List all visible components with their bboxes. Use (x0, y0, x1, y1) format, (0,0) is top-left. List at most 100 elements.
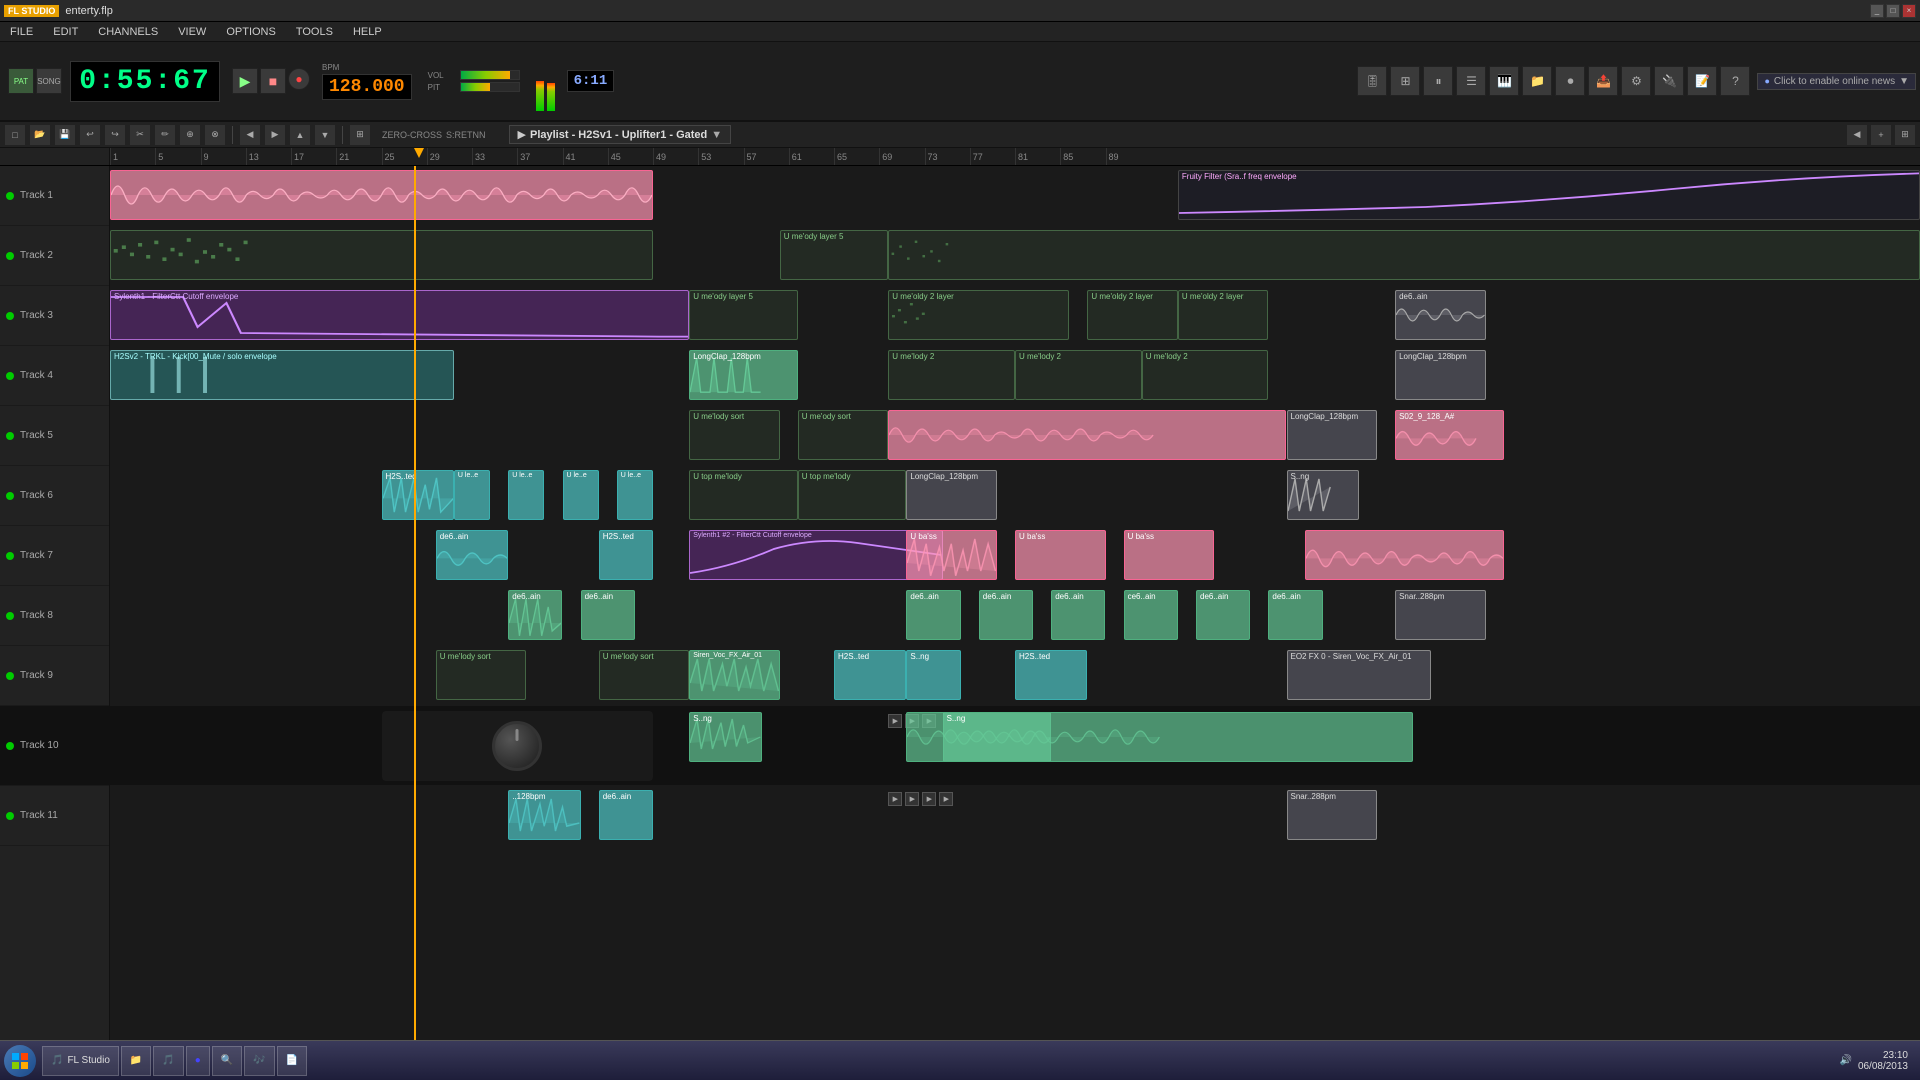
clip-t2-melody[interactable]: U me'ody layer 5 (780, 230, 889, 280)
clip-t4-melody2[interactable]: U me'lody 2 (888, 350, 1015, 400)
playlist-play-btn[interactable]: ▶ (518, 128, 526, 141)
clip-t9-h2s2[interactable]: H2S..ted (1015, 650, 1087, 700)
redo-btn[interactable]: ↪ (104, 124, 126, 146)
playlist-expand-btn[interactable]: ⊞ (1894, 124, 1916, 146)
clip-t1-1[interactable] (110, 170, 653, 220)
clip-t6-topmelody[interactable]: U top me'lody (689, 470, 798, 520)
grid-btn[interactable]: ⊞ (349, 124, 371, 146)
minimize-button[interactable]: _ (1870, 4, 1884, 18)
clip-t11-snar[interactable]: Snar..288pm (1287, 790, 1378, 840)
new-btn[interactable]: □ (4, 124, 26, 146)
track-content-area[interactable]: Fruity Filter (Sra..f freq envelope (110, 166, 1920, 1040)
song-button[interactable]: SONG (36, 68, 62, 94)
track-led-7[interactable] (6, 552, 14, 560)
clip-t6-le4[interactable]: U le..e (617, 470, 653, 520)
clip-t8-ce6[interactable]: ce6..ain (1124, 590, 1178, 640)
help-icon[interactable]: ? (1720, 66, 1750, 96)
taskbar-search[interactable]: 🔍 (212, 1046, 242, 1076)
clip-t3-melody5[interactable]: U me'ody layer 5 (689, 290, 798, 340)
draw-btn[interactable]: ✏ (154, 124, 176, 146)
zoom-btn[interactable]: ⊗ (204, 124, 226, 146)
start-button[interactable] (4, 1045, 36, 1077)
clip-t5-s02[interactable]: S02_9_128_A# (1395, 410, 1504, 460)
taskbar-chrome[interactable]: ● (186, 1046, 210, 1076)
back-btn[interactable]: ◀ (239, 124, 261, 146)
record2-icon[interactable]: ⏺ (1555, 66, 1585, 96)
track-led-2[interactable] (6, 252, 14, 260)
close-button[interactable]: × (1902, 4, 1916, 18)
clip-t8-de6-5[interactable]: de6..ain (1051, 590, 1105, 640)
taskbar-fl-studio[interactable]: 🎵 FL Studio (42, 1046, 119, 1076)
clip-t7-bass3[interactable]: U ba'ss (1124, 530, 1215, 580)
select-btn[interactable]: ⊕ (179, 124, 201, 146)
clip-t9-h2s[interactable]: H2S..ted (834, 650, 906, 700)
zoom-in-btn[interactable]: + (1870, 124, 1892, 146)
t11-mini-play-3[interactable]: ▶ (922, 792, 936, 806)
clip-t7-de6[interactable]: de6..ain (436, 530, 508, 580)
plugin-icon[interactable]: 🔌 (1654, 66, 1684, 96)
clip-t4-longclap-r[interactable]: LongClap_128bpm (1395, 350, 1486, 400)
mixer-icon[interactable]: 🎚 (1357, 66, 1387, 96)
t11-mini-play-1[interactable]: ▶ (888, 792, 902, 806)
clip-t9-ms1[interactable]: U me'lody sort (436, 650, 527, 700)
taskbar-winamp[interactable]: 🎶 (244, 1046, 274, 1076)
script-icon[interactable]: 📝 (1687, 66, 1717, 96)
clip-t8-de6-3[interactable]: de6..ain (906, 590, 960, 640)
browser-icon[interactable]: 📁 (1522, 66, 1552, 96)
track-led-8[interactable] (6, 612, 14, 620)
news-bar[interactable]: ● Click to enable online news ▼ (1757, 73, 1916, 90)
pause-icon[interactable]: ⏸ (1423, 66, 1453, 96)
track-led-10[interactable] (6, 742, 14, 750)
playlist-icon[interactable]: ☰ (1456, 66, 1486, 96)
stop-button[interactable]: ■ (260, 68, 286, 94)
taskbar-app[interactable]: 📄 (277, 1046, 307, 1076)
clip-t10-sng[interactable]: S..ng (689, 712, 761, 762)
clip-t6-lc[interactable]: LongClap_128bpm (906, 470, 997, 520)
clip-t2-1[interactable] (110, 230, 653, 280)
play-button[interactable]: ▶ (232, 68, 258, 94)
clip-t3-m2layer2[interactable]: U me'oldy 2 layer (1087, 290, 1178, 340)
clip-t7-bass-long[interactable] (1305, 530, 1504, 580)
clip-t7-h2s[interactable]: H2S..ted (599, 530, 653, 580)
menu-help[interactable]: HELP (349, 26, 386, 38)
clip-t7-sylenth2[interactable]: Sylenth1 #2 - FilterCtt Cutoff envelope (689, 530, 942, 580)
playlist-dropdown[interactable]: ▼ (711, 129, 722, 141)
clip-t11-128[interactable]: ..128bpm (508, 790, 580, 840)
track-led-1[interactable] (6, 192, 14, 200)
clip-t3-m2layer3[interactable]: U me'oldy 2 layer (1178, 290, 1269, 340)
menu-channels[interactable]: CHANNELS (94, 26, 162, 38)
news-dropdown[interactable]: ▼ (1899, 76, 1909, 87)
taskbar-file-manager[interactable]: 📁 (121, 1046, 151, 1076)
menu-tools[interactable]: TOOLS (292, 26, 337, 38)
clip-t3-de6[interactable]: de6..ain (1395, 290, 1486, 340)
menu-options[interactable]: OPTIONS (222, 26, 280, 38)
cut-btn[interactable]: ✂ (129, 124, 151, 146)
clip-t5-pink[interactable] (888, 410, 1286, 460)
pat-button[interactable]: PAT (8, 68, 34, 94)
clip-t9-ms2[interactable]: U me'lody sort (599, 650, 690, 700)
piano-roll-icon[interactable]: 🎹 (1489, 66, 1519, 96)
track-led-4[interactable] (6, 372, 14, 380)
clip-t8-de6-6[interactable]: de6..ain (1196, 590, 1250, 640)
clip-t6-le3[interactable]: U le..e (563, 470, 599, 520)
clip-t5-ms2[interactable]: U me'ody sort (798, 410, 889, 460)
up-btn[interactable]: ▲ (289, 124, 311, 146)
menu-file[interactable]: FILE (6, 26, 37, 38)
settings-icon[interactable]: ⚙ (1621, 66, 1651, 96)
clip-t6-le1[interactable]: U le..e (454, 470, 490, 520)
track-led-3[interactable] (6, 312, 14, 320)
track-led-9[interactable] (6, 672, 14, 680)
clip-t8-de6-1[interactable]: de6..ain (508, 590, 562, 640)
clip-t3-auto[interactable]: Sylenth1 - FilterCtt Cutoff envelope (110, 290, 689, 340)
forward-btn[interactable]: ▶ (264, 124, 286, 146)
clip-t8-de6-2[interactable]: de6..ain (581, 590, 635, 640)
tray-speaker-icon[interactable]: 🔊 (1839, 1055, 1851, 1066)
clip-t9-sng[interactable]: S..ng (906, 650, 960, 700)
clip-t8-snar[interactable]: Snar..288pm (1395, 590, 1486, 640)
clip-t9-siren[interactable]: Siren_Voc_FX_Air_01 (689, 650, 780, 700)
clip-t6-sng[interactable]: S..ng (1287, 470, 1359, 520)
track-led-11[interactable] (6, 812, 14, 820)
bpm-display[interactable]: 128.000 (322, 74, 412, 100)
clip-t9-eo2[interactable]: EO2 FX 0 - Siren_Voc_FX_Air_01 (1287, 650, 1432, 700)
clip-t7-bass1[interactable]: U ba'ss (906, 530, 997, 580)
